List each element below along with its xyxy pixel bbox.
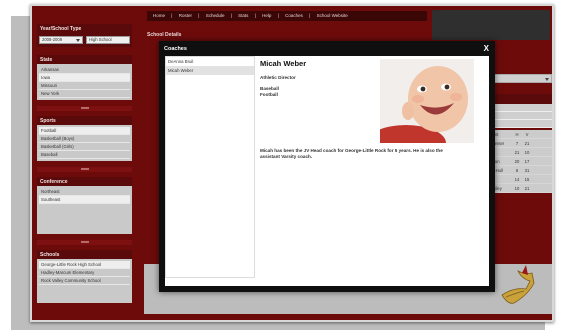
nav-separator: |	[230, 13, 232, 18]
school-details-heading: School Details	[147, 32, 182, 38]
coach-bio: Micah has been the JV Head coach for Geo…	[260, 148, 443, 159]
coach-list-item[interactable]: DeAnna Bruil	[166, 57, 254, 66]
panel-resize-handle[interactable]	[37, 106, 132, 111]
nav-stats[interactable]: Stats	[238, 13, 248, 18]
list-item[interactable]: George-Little Rock High School	[39, 261, 130, 269]
chevron-down-icon	[545, 78, 549, 81]
modal-header: Coaches X	[159, 41, 495, 56]
list-item[interactable]: Basketball (Girls)	[39, 143, 130, 151]
sports-panel: Sports Football Basketball (Boys) Basket…	[37, 116, 132, 161]
school-type-value: High School	[89, 37, 112, 42]
list-item[interactable]: Football	[39, 127, 130, 135]
close-icon[interactable]: X	[484, 44, 489, 53]
coach-list: DeAnna Bruil Micah Weber	[165, 56, 255, 278]
year-select[interactable]: 2008-2009	[39, 36, 83, 44]
coaches-modal: Coaches X DeAnna Bruil Micah Weber Micah…	[159, 41, 495, 292]
logo-banner	[432, 10, 550, 40]
coach-photo	[380, 59, 474, 143]
panel-header: Sports	[37, 116, 132, 125]
nav-separator: |	[309, 13, 311, 18]
list-item[interactable]: New York	[39, 90, 130, 98]
list-item[interactable]: Southeast	[39, 196, 130, 204]
year-value: 2008-2009	[42, 37, 63, 42]
list-item[interactable]: Missouri	[39, 82, 130, 90]
list-item[interactable]: Northeast	[39, 188, 130, 196]
chevron-down-icon	[76, 38, 80, 42]
schools-panel: Schools George-Little Rock High School H…	[37, 250, 132, 303]
mascot-logo	[501, 265, 535, 304]
modal-title: Coaches	[164, 45, 187, 52]
panel-header: Conference	[37, 177, 132, 186]
nav-separator: |	[171, 13, 173, 18]
list-item[interactable]: Baseball	[39, 151, 130, 159]
nav-coaches[interactable]: Coaches	[285, 13, 303, 18]
nav-school-website[interactable]: School Website	[317, 13, 348, 18]
list-item[interactable]: Iowa	[39, 74, 130, 82]
panel-header: Year/School Type	[37, 24, 132, 33]
panel-header: State	[37, 55, 132, 64]
list-item[interactable]: Rock Valley Community School	[39, 277, 130, 285]
nav-schedule[interactable]: Schedule	[206, 13, 225, 18]
modal-body: DeAnna Bruil Micah Weber Micah Weber Ath…	[165, 56, 489, 286]
nav-roster[interactable]: Roster	[179, 13, 192, 18]
list-item[interactable]: Basketball (Boys)	[39, 135, 130, 143]
nav-help[interactable]: Help	[262, 13, 271, 18]
list-item[interactable]: Arkansas	[39, 66, 130, 74]
nav-separator: |	[254, 13, 256, 18]
conference-panel: Conference Northeast Southeast	[37, 177, 132, 234]
panel-header: Schools	[37, 250, 132, 259]
coach-list-item[interactable]: Micah Weber	[166, 66, 254, 75]
nav-separator: |	[198, 13, 200, 18]
state-panel: State Arkansas Iowa Missouri New York	[37, 55, 132, 100]
panel-resize-handle[interactable]	[37, 240, 132, 245]
nav-separator: |	[277, 13, 279, 18]
school-type-select[interactable]: High School	[86, 36, 130, 44]
panel-resize-handle[interactable]	[37, 167, 132, 172]
sidebar: Year/School Type 2008-2009 High School S…	[37, 24, 132, 314]
list-item[interactable]: Hadley-Marcum Elementary	[39, 269, 130, 277]
app-window: Home | Roster | Schedule | Stats | Help …	[30, 4, 554, 322]
nav-home[interactable]: Home	[153, 13, 165, 18]
year-school-type-panel: Year/School Type 2008-2009 High School	[37, 24, 132, 47]
top-nav: Home | Roster | Schedule | Stats | Help …	[147, 11, 427, 21]
